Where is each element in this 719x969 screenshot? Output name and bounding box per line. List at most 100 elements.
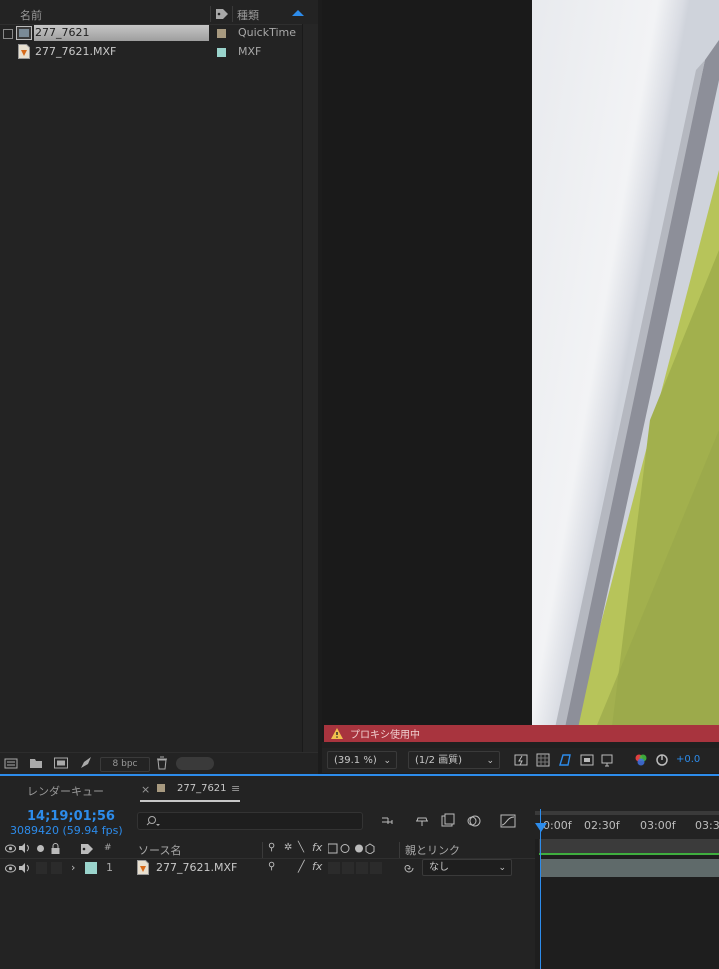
- chevron-down-icon: ⌄: [383, 756, 391, 766]
- layer-number-header: #: [104, 843, 112, 853]
- layer-row[interactable]: › 1 277_7621.MXF ⚲ ╱ fx なし ⌄: [0, 859, 535, 877]
- footage-file-icon: [18, 44, 30, 59]
- project-column-header: 名前 種類: [0, 4, 318, 25]
- comp-track-bar: [539, 839, 719, 853]
- render-rocket-icon[interactable]: [79, 756, 93, 770]
- proxy-warning-bar: プロキシ使用中: [324, 725, 719, 742]
- reset-exposure-icon[interactable]: [655, 753, 669, 767]
- layer-switch-boxes[interactable]: [328, 862, 384, 874]
- item-type: QuickTime: [238, 26, 297, 39]
- graph-editor-icon[interactable]: [500, 813, 516, 829]
- guides-grid-icon[interactable]: [600, 753, 614, 767]
- frame-blending-icon[interactable]: [440, 813, 456, 829]
- effects-switch-icon[interactable]: fx: [312, 841, 322, 854]
- new-composition-icon[interactable]: [54, 756, 68, 770]
- warning-icon: [331, 728, 343, 739]
- column-divider[interactable]: [262, 842, 263, 858]
- quality-switch-icon[interactable]: ╲: [298, 842, 304, 853]
- sort-ascending-icon[interactable]: [292, 10, 304, 16]
- comp-label-swatch: [157, 784, 165, 792]
- shy-switch-icon[interactable]: ⚲: [268, 861, 275, 872]
- column-divider[interactable]: [399, 842, 400, 858]
- item-name: 277_7621: [35, 26, 90, 39]
- zoom-dropdown[interactable]: (39.1 %) ⌄: [327, 751, 397, 769]
- layer-column-header: # ソース名 ⚲ ✲ ╲ fx 親とリンク: [0, 840, 535, 859]
- effects-switch-icon[interactable]: fx: [312, 860, 322, 873]
- new-folder-icon[interactable]: [29, 756, 43, 770]
- ruler-tick-label: 03:3: [695, 819, 719, 832]
- quality-switch-icon[interactable]: ╱: [298, 860, 305, 873]
- time-ruler[interactable]: 0:00f 02:30f 03:00f 03:3: [535, 809, 719, 839]
- panel-menu-icon[interactable]: ≡: [231, 782, 240, 795]
- thumbnail-size-slider[interactable]: [176, 757, 214, 770]
- label-swatch[interactable]: [217, 29, 226, 38]
- pick-whip-icon[interactable]: [403, 862, 415, 874]
- render-cache-indicator: [539, 853, 719, 855]
- project-scrollbar[interactable]: [302, 24, 318, 754]
- timeline-panel: レンダーキュー × 277_7621 ≡ 14;19;01;56 3089420…: [0, 776, 719, 969]
- comp-mini-flowchart-icon[interactable]: [380, 813, 396, 829]
- proxy-warning-text: プロキシ使用中: [350, 730, 420, 741]
- expand-arrow-icon[interactable]: ›: [71, 861, 75, 874]
- project-item-row[interactable]: 277_7621.MXF MXF: [0, 43, 300, 61]
- draft-3d-icon[interactable]: [414, 813, 430, 829]
- tab-composition[interactable]: 277_7621: [177, 783, 227, 794]
- search-icon: [146, 816, 160, 826]
- audio-icon[interactable]: [19, 863, 30, 873]
- column-divider[interactable]: [232, 6, 233, 22]
- parent-link-header[interactable]: 親とリンク: [405, 842, 460, 858]
- source-name-header[interactable]: ソース名: [138, 842, 181, 858]
- project-item-row[interactable]: 277_7621 QuickTime: [0, 24, 300, 42]
- eye-icon[interactable]: [5, 864, 16, 873]
- video-frame-image: [530, 0, 719, 742]
- transparency-grid-icon[interactable]: [536, 753, 550, 767]
- chevron-down-icon: ⌄: [498, 863, 506, 873]
- timeline-track-area[interactable]: 0:00f 02:30f 03:00f 03:3: [535, 809, 719, 969]
- region-of-interest-icon[interactable]: [580, 753, 594, 767]
- parent-dropdown[interactable]: なし ⌄: [422, 859, 512, 876]
- parent-value: なし: [429, 862, 449, 873]
- layer-source-name[interactable]: 277_7621.MXF: [156, 861, 237, 874]
- interpret-footage-icon[interactable]: [4, 756, 18, 770]
- mask-visibility-icon[interactable]: [558, 753, 572, 767]
- resolution-dropdown[interactable]: (1/2 画質) ⌄: [408, 751, 500, 769]
- fast-previews-icon[interactable]: [514, 753, 528, 767]
- eye-icon[interactable]: [5, 844, 16, 853]
- project-footer-bar: 8 bpc: [0, 752, 318, 774]
- collapse-switch-icon[interactable]: ✲: [284, 842, 292, 853]
- composition-viewer: プロキシ使用中 (39.1 %) ⌄ (1/2 画質) ⌄ +0.0: [322, 0, 719, 773]
- motion-blur-icon[interactable]: [466, 813, 482, 829]
- label-swatch[interactable]: [217, 48, 226, 57]
- layer-duration-bar[interactable]: [540, 859, 719, 877]
- trash-icon[interactable]: [155, 756, 169, 770]
- tab-render-queue[interactable]: レンダーキュー: [27, 783, 104, 799]
- current-timecode[interactable]: 14;19;01;56: [27, 809, 115, 824]
- lock-toggle[interactable]: [51, 862, 62, 874]
- label-tag-icon[interactable]: [216, 9, 228, 19]
- current-time-indicator-head[interactable]: [535, 823, 547, 832]
- label-tag-icon[interactable]: [81, 844, 93, 854]
- audio-icon[interactable]: [19, 843, 30, 853]
- layer-switches-icons[interactable]: [328, 843, 378, 854]
- work-area-bar[interactable]: [535, 811, 719, 815]
- close-tab-button[interactable]: ×: [141, 783, 150, 796]
- bit-depth-button[interactable]: 8 bpc: [100, 757, 150, 772]
- chevron-down-icon: ⌄: [486, 756, 494, 766]
- footage-file-icon: [137, 860, 149, 875]
- frame-count: 3089420 (59.94 fps): [10, 824, 123, 837]
- current-time-indicator-line[interactable]: [540, 809, 541, 969]
- layer-search-input[interactable]: [137, 812, 363, 830]
- column-type-header[interactable]: 種類: [237, 7, 259, 23]
- solo-toggle[interactable]: [36, 862, 47, 874]
- column-divider[interactable]: [210, 6, 211, 22]
- lock-icon[interactable]: [51, 843, 60, 854]
- column-name-header[interactable]: 名前: [20, 7, 42, 23]
- shy-switch-icon[interactable]: ⚲: [268, 842, 275, 853]
- project-panel: 名前 種類 277_7621 QuickTime 277_7621.MXF MX…: [0, 0, 318, 774]
- color-channels-icon[interactable]: [634, 753, 648, 767]
- expand-toggle[interactable]: [3, 29, 13, 39]
- exposure-value[interactable]: +0.0: [676, 754, 700, 765]
- layer-label-swatch[interactable]: [85, 862, 97, 874]
- solo-dot-icon[interactable]: [36, 844, 45, 853]
- viewer-canvas[interactable]: プロキシ使用中: [322, 0, 719, 742]
